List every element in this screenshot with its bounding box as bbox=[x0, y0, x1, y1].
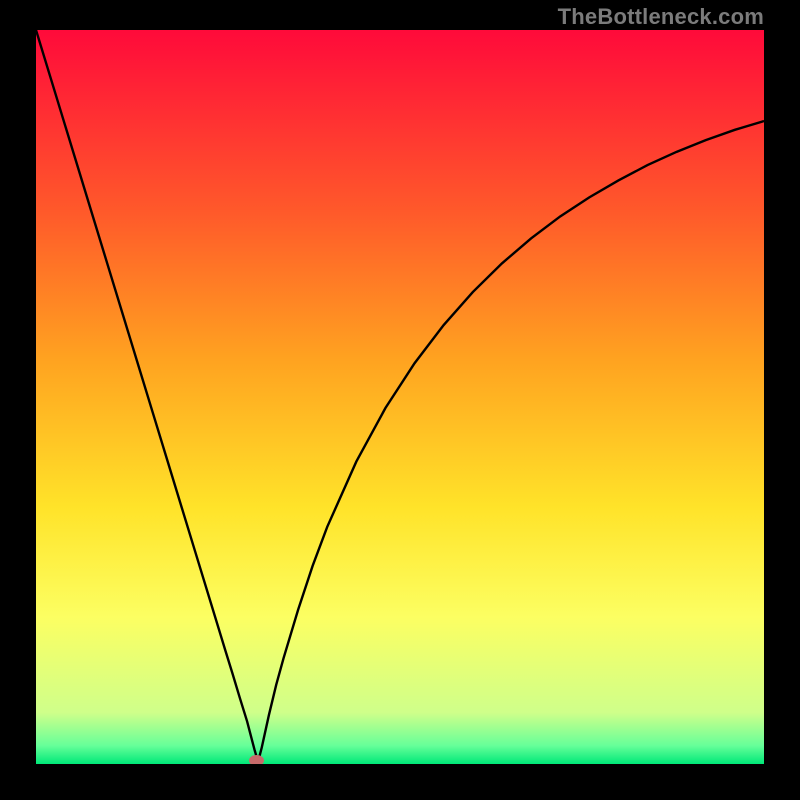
curve-svg bbox=[36, 30, 764, 764]
bottleneck-curve bbox=[36, 30, 764, 762]
watermark-text: TheBottleneck.com bbox=[558, 4, 764, 30]
plot-area bbox=[36, 30, 764, 764]
curve-minimum-marker bbox=[249, 755, 264, 764]
chart-frame: TheBottleneck.com bbox=[0, 0, 800, 800]
